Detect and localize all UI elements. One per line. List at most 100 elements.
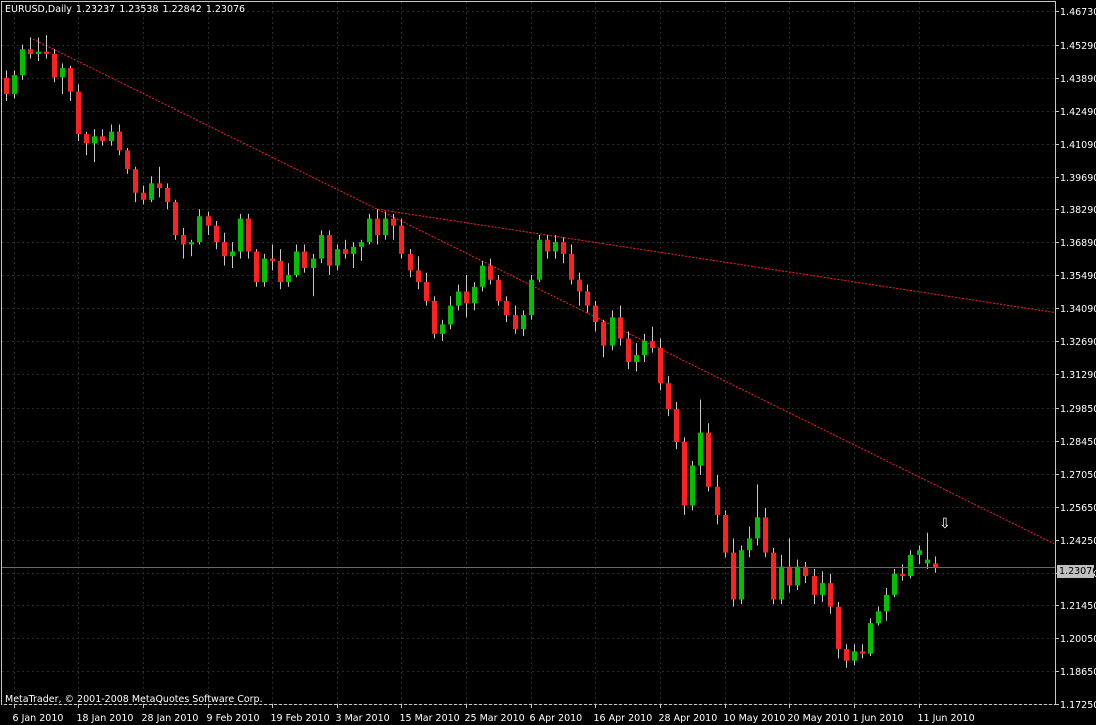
- y-tick-label: 1.36890: [1060, 238, 1096, 249]
- candle-bull: [553, 242, 558, 252]
- candle-bear: [133, 169, 138, 193]
- candle-bull: [230, 251, 235, 257]
- x-tick-label: 16 Apr 2010: [594, 713, 653, 724]
- candle-bear: [173, 202, 178, 236]
- candle-bear: [933, 563, 938, 568]
- candle-bear: [327, 235, 332, 266]
- candle-bear: [28, 49, 33, 54]
- y-tick-label: 1.43890: [1060, 74, 1096, 85]
- candle-bear: [561, 242, 566, 254]
- candle-bull: [820, 583, 825, 595]
- current-price-tag: 1.23076: [1057, 565, 1096, 578]
- candle-bear: [650, 340, 655, 348]
- candle-bull: [262, 258, 267, 283]
- candle-bear: [375, 218, 380, 236]
- y-tick-label: 1.41090: [1060, 140, 1096, 151]
- candle-bear: [601, 322, 606, 346]
- x-tick-label: 6 Jan 2010: [13, 713, 64, 724]
- candle-bear: [577, 279, 582, 292]
- candle-bear: [715, 486, 720, 515]
- x-tick-label: 1 Jun 2010: [853, 713, 904, 724]
- y-tick-label: 1.32690: [1060, 337, 1096, 348]
- candle-bear: [464, 291, 469, 304]
- candle-bear: [674, 409, 679, 443]
- candle-bull: [311, 258, 316, 268]
- trendline-minor: [377, 208, 1055, 313]
- candle-bear: [4, 77, 9, 94]
- open-value: 1.23237: [75, 4, 116, 15]
- x-tick-label: 19 Feb 2010: [271, 713, 330, 724]
- candle-bull: [480, 265, 485, 287]
- candle-bull: [197, 216, 202, 243]
- close-value: 1.23076: [205, 4, 246, 15]
- candle-bear: [84, 133, 89, 144]
- candle-bear: [76, 91, 81, 134]
- candle-bear: [254, 251, 259, 283]
- candle-bear: [488, 265, 493, 280]
- candle-bear: [408, 253, 413, 271]
- y-tick-label: 1.45290: [1060, 41, 1096, 52]
- candle-bull: [917, 550, 922, 555]
- x-tick-label: 20 May 2010: [788, 713, 850, 724]
- candle-bull: [149, 183, 154, 200]
- candle-bear: [270, 258, 275, 261]
- candle-bull: [12, 75, 17, 94]
- candle-bull: [779, 566, 784, 600]
- y-tick-label: 1.29850: [1060, 404, 1096, 415]
- candle-bear: [141, 192, 146, 200]
- low-value: 1.22842: [162, 4, 202, 15]
- candle-bear: [52, 53, 57, 78]
- y-tick-label: 1.27050: [1060, 470, 1096, 481]
- candle-bull: [537, 239, 542, 280]
- y-tick-label: 1.46730: [1060, 7, 1096, 18]
- candle-bull: [238, 218, 243, 252]
- candle-bear: [860, 651, 865, 654]
- candle-bull: [529, 279, 534, 316]
- candle-bear: [545, 239, 550, 252]
- y-tick-label: 1.28450: [1060, 437, 1096, 448]
- candle-bear: [723, 514, 728, 553]
- candle-bull: [472, 286, 477, 304]
- down-arrow-icon[interactable]: ⇩: [939, 517, 951, 531]
- candle-bear: [504, 300, 509, 316]
- y-tick-label: 1.39690: [1060, 173, 1096, 184]
- candle-bear: [424, 282, 429, 301]
- candle-bear: [593, 305, 598, 323]
- y-tick-label: 1.42490: [1060, 107, 1096, 118]
- candle-bear: [416, 270, 421, 283]
- candle-bull: [892, 573, 897, 595]
- candle-bear: [214, 225, 219, 243]
- candle-bull: [440, 324, 445, 334]
- y-tick-label: 1.20050: [1060, 634, 1096, 645]
- candle-bear: [682, 442, 687, 506]
- candle-bear: [125, 150, 130, 170]
- trendline-major: [29, 37, 1055, 545]
- candle-bull: [60, 68, 65, 78]
- symbol-label: EURUSD,Daily: [5, 4, 72, 15]
- x-tick-label: 25 Mar 2010: [465, 713, 525, 724]
- candle-bear: [117, 131, 122, 151]
- chart-window[interactable]: 1.46730 1.45290 1.43890 1.42490 1.41090 1.396…: [0, 0, 1096, 725]
- candle-bear: [68, 68, 73, 92]
- price-chart[interactable]: 1.46730 1.45290 1.43890 1.42490 1.41090 1.396…: [0, 0, 1096, 725]
- x-tick-label: 18 Jan 2010: [77, 713, 134, 724]
- x-tick-label: 9 Feb 2010: [207, 713, 260, 724]
- candle-bear: [222, 242, 227, 257]
- candle-bear: [763, 517, 768, 553]
- candle-bull: [319, 235, 324, 259]
- candle-bear: [165, 188, 170, 203]
- candle-bull: [755, 517, 760, 539]
- y-tick-label: 1.18650: [1060, 667, 1096, 678]
- candle-bear: [100, 136, 105, 141]
- y-tick-label: 1.24250: [1060, 536, 1096, 547]
- candle-bear: [399, 225, 404, 254]
- candle-bear: [496, 279, 501, 301]
- candle-bear: [44, 51, 49, 54]
- candle-bull: [698, 432, 703, 466]
- candle-bull: [351, 246, 356, 254]
- candle-bull: [286, 275, 291, 283]
- candle-bear: [569, 253, 574, 280]
- candle-bear: [731, 552, 736, 600]
- candle-bear: [787, 566, 792, 586]
- candle-bull: [642, 340, 647, 355]
